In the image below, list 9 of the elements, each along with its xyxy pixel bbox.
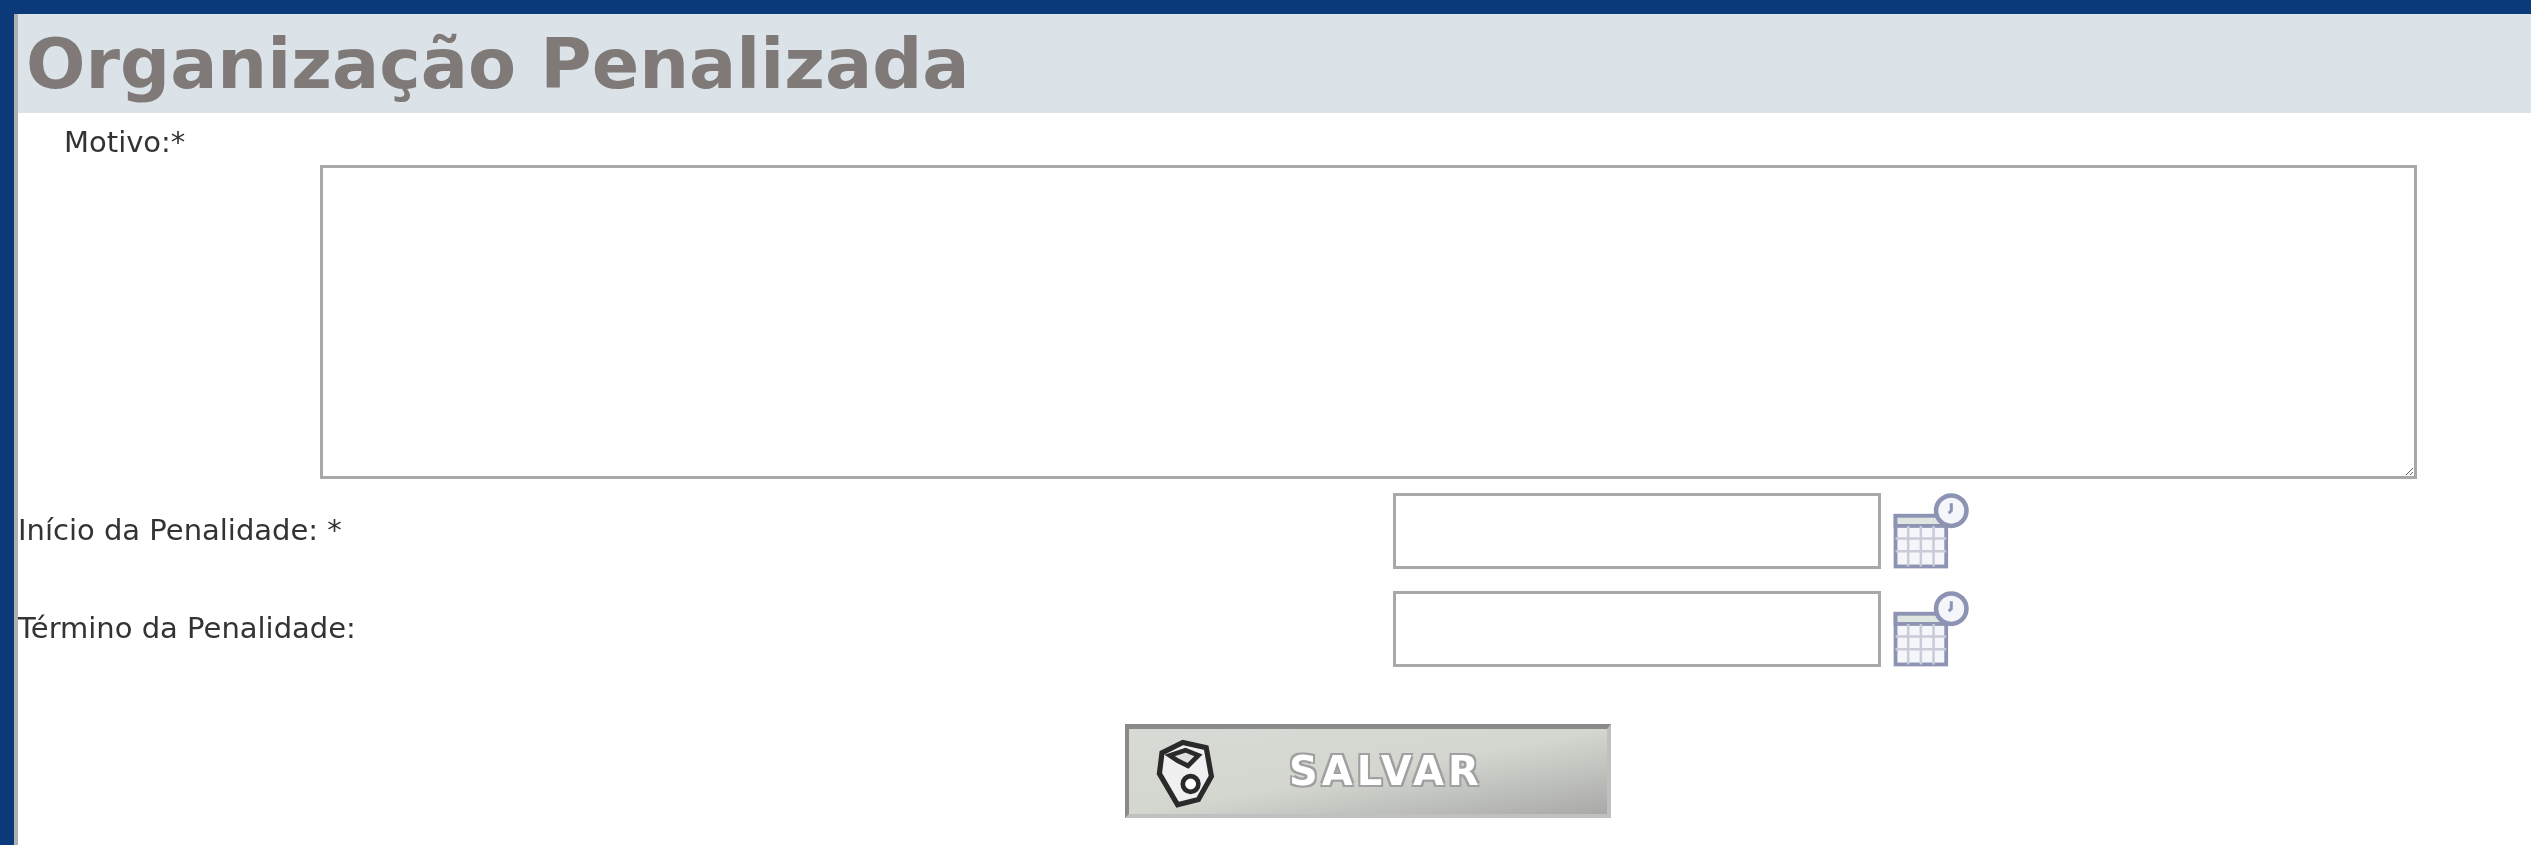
- date-field[interactable]: [1393, 590, 1881, 667]
- field-label: Motivo:*: [64, 125, 186, 159]
- reason-field[interactable]: [320, 164, 2417, 479]
- calendar-clock-icon[interactable]: [1893, 492, 1969, 569]
- save-button[interactable]: SALVAR: [1125, 723, 1611, 818]
- date-field[interactable]: [1393, 492, 1881, 569]
- field-label: Término da Penalidade:: [18, 609, 357, 647]
- field-label: Início da Penalidade: *: [18, 511, 343, 549]
- calendar-clock-icon[interactable]: [1893, 590, 1969, 667]
